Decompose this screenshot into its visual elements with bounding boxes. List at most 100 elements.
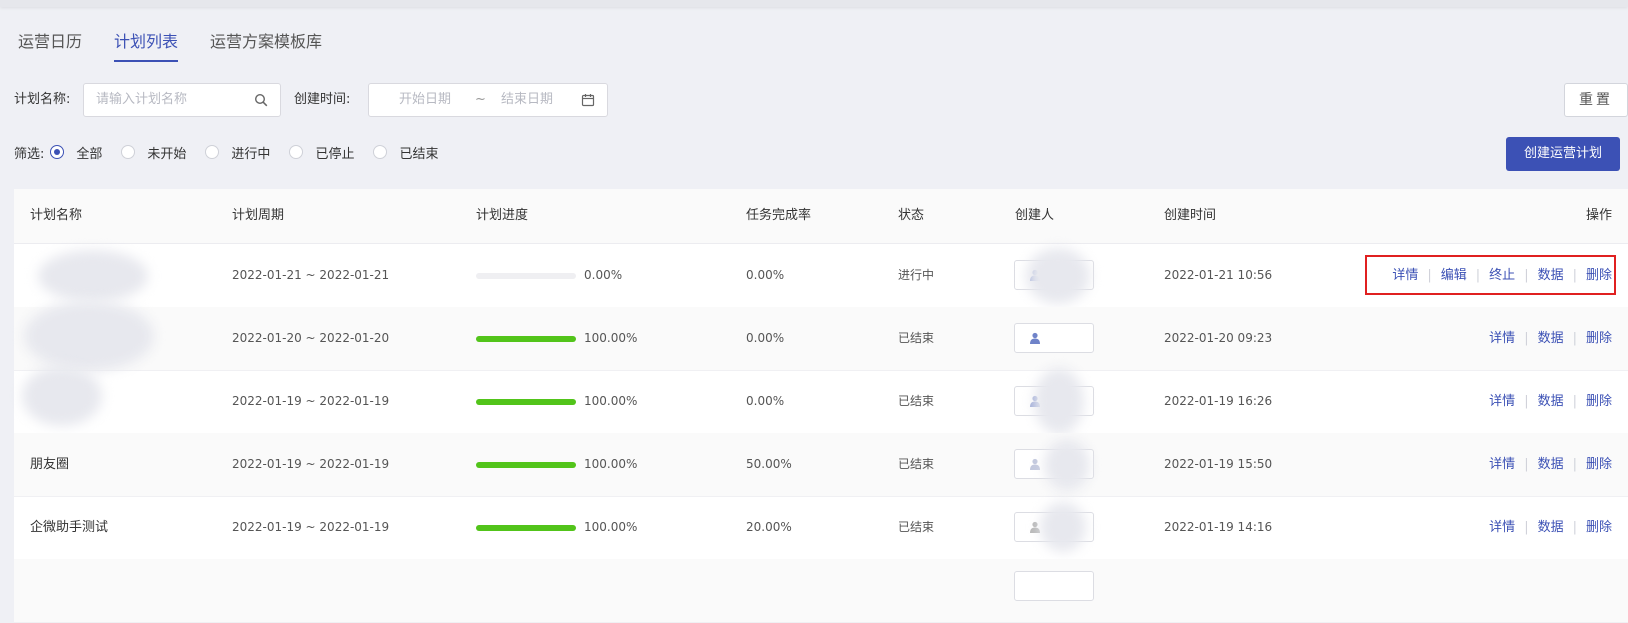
progress-bar [476,399,576,405]
radio-label: 全部 [76,146,103,162]
tab-bar: 运营日历 计划列表 运营方案模板库 [18,28,354,64]
created-time: 2022-01-21 10:56 [1164,268,1273,282]
row-actions: 详情 | 数据 | 删除 [1489,370,1612,433]
delete-link[interactable]: 删除 [1586,370,1612,433]
plan-table: 计划名称 计划周期 计划进度 任务完成率 状态 创建人 创建时间 操作 2022… [14,189,1628,623]
radio-label: 进行中 [231,146,271,162]
blurred-creator [1026,248,1090,304]
progress-bar [476,525,576,531]
plan-period: 2022-01-21 ~ 2022-01-21 [232,268,390,282]
progress-fill [476,336,576,342]
data-link[interactable]: 数据 [1538,370,1564,433]
col-creator: 创建人 [1015,208,1055,223]
stop-link[interactable]: 终止 [1489,244,1515,307]
created-time: 2022-01-19 15:50 [1164,457,1273,471]
col-plan-period: 计划周期 [232,208,285,223]
search-icon[interactable] [254,93,268,107]
table-row[interactable]: 朋友圈 2022-01-19 ~ 2022-01-19 100.00% 50.0… [14,433,1628,497]
task-rate: 0.00% [746,331,785,345]
row-actions: 详情 | 数据 | 删除 [1489,433,1612,496]
data-link[interactable]: 数据 [1538,496,1564,559]
table-row[interactable]: 2022-01-19 ~ 2022-01-19 100.00% 0.00% 已结… [14,366,1628,434]
plan-status: 已结束 [898,520,935,534]
detail-link[interactable]: 详情 [1392,244,1418,307]
radio-dot[interactable] [373,145,388,159]
start-date-placeholder[interactable]: 开始日期 [399,84,451,116]
create-plan-button[interactable]: 创建运营计划 [1506,137,1620,171]
radio-all[interactable]: 全部 [50,143,102,162]
plan-name-label: 计划名称: [14,92,71,107]
task-rate: 50.00% [746,457,792,471]
plan-name: 企微助手测试 [30,520,109,535]
radio-dot[interactable] [205,145,220,159]
radio-dot[interactable] [50,145,65,159]
data-link[interactable]: 数据 [1538,244,1564,307]
task-rate: 0.00% [746,394,785,408]
progress-percent: 100.00% [584,331,638,345]
end-date-placeholder[interactable]: 结束日期 [501,84,553,116]
detail-link[interactable]: 详情 [1489,307,1515,370]
data-link[interactable]: 数据 [1538,307,1564,370]
top-bar [0,0,1628,7]
plan-name: 朋友圈 [30,457,70,472]
progress-percent: 0.00% [584,268,623,282]
detail-link[interactable]: 详情 [1489,370,1515,433]
radio-dot[interactable] [289,145,304,159]
progress-bar [476,273,576,279]
radio-stopped[interactable]: 已停止 [289,143,354,162]
delete-link[interactable]: 删除 [1586,433,1612,496]
user-icon [1030,458,1040,470]
delete-link[interactable]: 删除 [1586,244,1612,307]
radio-finished[interactable]: 已结束 [373,143,438,162]
reset-button[interactable]: 重置 [1564,83,1628,117]
plan-status: 已结束 [898,394,935,408]
plan-status: 已结束 [898,457,935,471]
created-time: 2022-01-20 09:23 [1164,331,1273,345]
progress-fill [476,399,576,405]
creator-tag [1014,323,1094,353]
table-row[interactable] [14,559,1628,623]
radio-dot[interactable] [121,145,136,159]
plan-period: 2022-01-19 ~ 2022-01-19 [232,457,390,471]
status-filter-label: 筛选: [14,146,45,162]
blurred-name [24,301,154,371]
plan-status: 进行中 [898,268,935,282]
col-plan-progress: 计划进度 [476,208,529,223]
radio-not-started[interactable]: 未开始 [121,143,186,162]
blurred-name [38,250,148,302]
tab-template-library[interactable]: 运营方案模板库 [210,28,322,62]
progress-percent: 100.00% [584,520,638,534]
col-created-time: 创建时间 [1164,208,1217,223]
edit-link[interactable]: 编辑 [1441,244,1467,307]
tab-operation-calendar[interactable]: 运营日历 [18,28,82,62]
blurred-name [22,366,102,426]
created-time: 2022-01-19 16:26 [1164,394,1273,408]
row-actions: 详情 | 数据 | 删除 [1489,496,1612,559]
plan-name-input[interactable]: 请输入计划名称 [83,83,281,117]
radio-in-progress[interactable]: 进行中 [205,143,270,162]
table-row[interactable]: 2022-01-20 ~ 2022-01-20 100.00% 0.00% 已结… [14,301,1628,371]
table-row[interactable]: 2022-01-21 ~ 2022-01-21 0.00% 0.00% 进行中 … [14,244,1628,308]
blurred-creator [1034,368,1084,434]
delete-link[interactable]: 删除 [1586,496,1612,559]
tab-plan-list[interactable]: 计划列表 [114,28,179,62]
progress-fill [476,525,576,531]
col-actions: 操作 [1585,208,1612,223]
plan-status: 已结束 [898,331,935,345]
detail-link[interactable]: 详情 [1489,433,1515,496]
table-header: 计划名称 计划周期 计划进度 任务完成率 状态 创建人 创建时间 操作 [14,189,1628,244]
table-row[interactable]: 企微助手测试 2022-01-19 ~ 2022-01-19 100.00% 2… [14,496,1628,560]
plan-name-placeholder: 请输入计划名称 [96,92,188,107]
radio-label: 未开始 [147,146,187,162]
progress-fill [476,462,576,468]
detail-link[interactable]: 详情 [1489,496,1515,559]
task-rate: 0.00% [746,268,785,282]
date-range-picker[interactable]: 开始日期 ~ 结束日期 [368,83,608,117]
creator-tag [1014,571,1094,601]
calendar-icon[interactable] [581,93,595,107]
radio-label: 已结束 [399,146,439,162]
radio-label: 已停止 [315,146,355,162]
data-link[interactable]: 数据 [1538,433,1564,496]
delete-link[interactable]: 删除 [1586,307,1612,370]
create-time-label: 创建时间: [294,92,351,107]
